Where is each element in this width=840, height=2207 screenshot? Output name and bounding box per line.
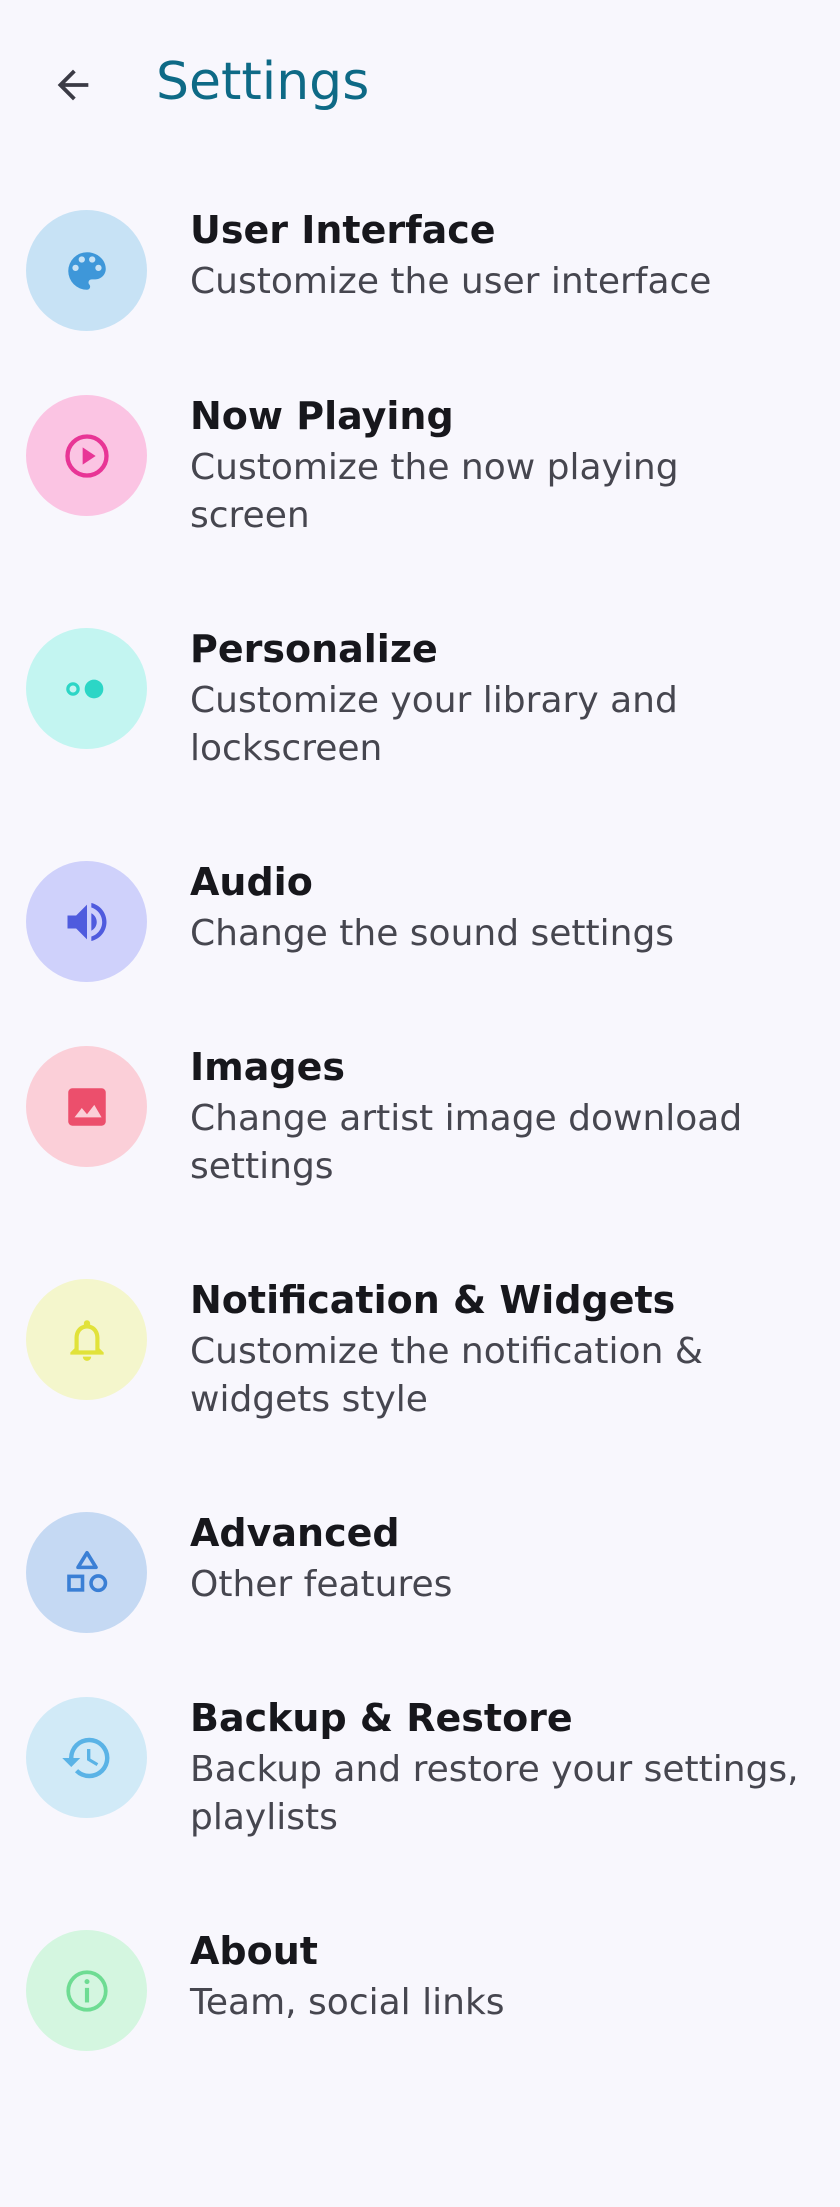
page-title: Settings xyxy=(156,52,370,112)
item-text: Notification & Widgets Customize the not… xyxy=(190,1276,800,1424)
icon-circle xyxy=(26,210,147,331)
item-title: Now Playing xyxy=(190,394,454,438)
icon-circle xyxy=(26,628,147,749)
item-subtitle: Customize your library and lockscreen xyxy=(190,680,678,769)
settings-item-advanced[interactable]: Advanced Other features xyxy=(0,1509,840,1649)
icon-circle xyxy=(26,1279,147,1400)
image-icon xyxy=(67,1087,106,1126)
icon-circle xyxy=(26,395,147,516)
icon-circle xyxy=(26,1697,147,1818)
item-title: Notification & Widgets xyxy=(190,1278,676,1322)
icon-circle xyxy=(26,1046,147,1167)
app-bar: Settings xyxy=(0,0,840,168)
item-subtitle: Change artist image download settings xyxy=(190,1098,743,1187)
restore-clock-icon xyxy=(61,1737,109,1778)
settings-item-now-playing[interactable]: Now Playing Customize the now playing sc… xyxy=(0,392,840,572)
item-title: User Interface xyxy=(190,208,496,252)
item-title: About xyxy=(190,1929,318,1973)
bell-icon xyxy=(69,1319,104,1361)
back-button[interactable] xyxy=(28,40,118,130)
item-text: User Interface Customize the user interf… xyxy=(190,206,800,306)
item-subtitle: Other features xyxy=(190,1564,453,1605)
shapes-icon xyxy=(66,1550,107,1592)
item-text: Audio Change the sound settings xyxy=(190,858,800,958)
item-text: About Team, social links xyxy=(190,1927,800,2027)
settings-item-backup-restore[interactable]: Backup & Restore Backup and restore your… xyxy=(0,1694,840,1874)
settings-item-notification-widgets[interactable]: Notification & Widgets Customize the not… xyxy=(0,1276,840,1456)
item-title: Images xyxy=(190,1045,345,1089)
item-text: Images Change artist image download sett… xyxy=(190,1043,800,1191)
play-circle-icon xyxy=(64,433,109,478)
icon-circle xyxy=(26,1512,147,1633)
item-title: Audio xyxy=(190,860,313,904)
item-title: Backup & Restore xyxy=(190,1696,573,1740)
settings-item-personalize[interactable]: Personalize Customize your library and l… xyxy=(0,625,840,805)
item-subtitle: Backup and restore your settings, playli… xyxy=(190,1749,799,1838)
settings-screen: Settings User Interface Customize the us… xyxy=(0,0,840,2207)
item-text: Personalize Customize your library and l… xyxy=(190,625,800,773)
palette-icon xyxy=(67,251,106,290)
item-subtitle: Customize the user interface xyxy=(190,261,712,302)
icon-circle xyxy=(26,1930,147,2051)
toggle-dots-icon xyxy=(65,679,103,698)
icon-circle xyxy=(26,861,147,982)
settings-item-audio[interactable]: Audio Change the sound settings xyxy=(0,858,840,998)
item-subtitle: Customize the notification & widgets sty… xyxy=(190,1331,703,1420)
info-icon xyxy=(65,1969,108,2012)
item-title: Personalize xyxy=(190,627,438,671)
volume-icon xyxy=(67,902,106,941)
settings-item-about[interactable]: About Team, social links xyxy=(0,1927,840,2067)
item-title: Advanced xyxy=(190,1511,400,1555)
arrow-back-icon xyxy=(57,69,89,101)
item-subtitle: Team, social links xyxy=(190,1982,505,2023)
item-text: Backup & Restore Backup and restore your… xyxy=(190,1694,800,1842)
item-text: Now Playing Customize the now playing sc… xyxy=(190,392,800,540)
item-text: Advanced Other features xyxy=(190,1509,800,1609)
settings-item-user-interface[interactable]: User Interface Customize the user interf… xyxy=(0,206,840,346)
settings-item-images[interactable]: Images Change artist image download sett… xyxy=(0,1043,840,1223)
item-subtitle: Change the sound settings xyxy=(190,913,675,954)
item-subtitle: Customize the now playing screen xyxy=(190,447,679,536)
